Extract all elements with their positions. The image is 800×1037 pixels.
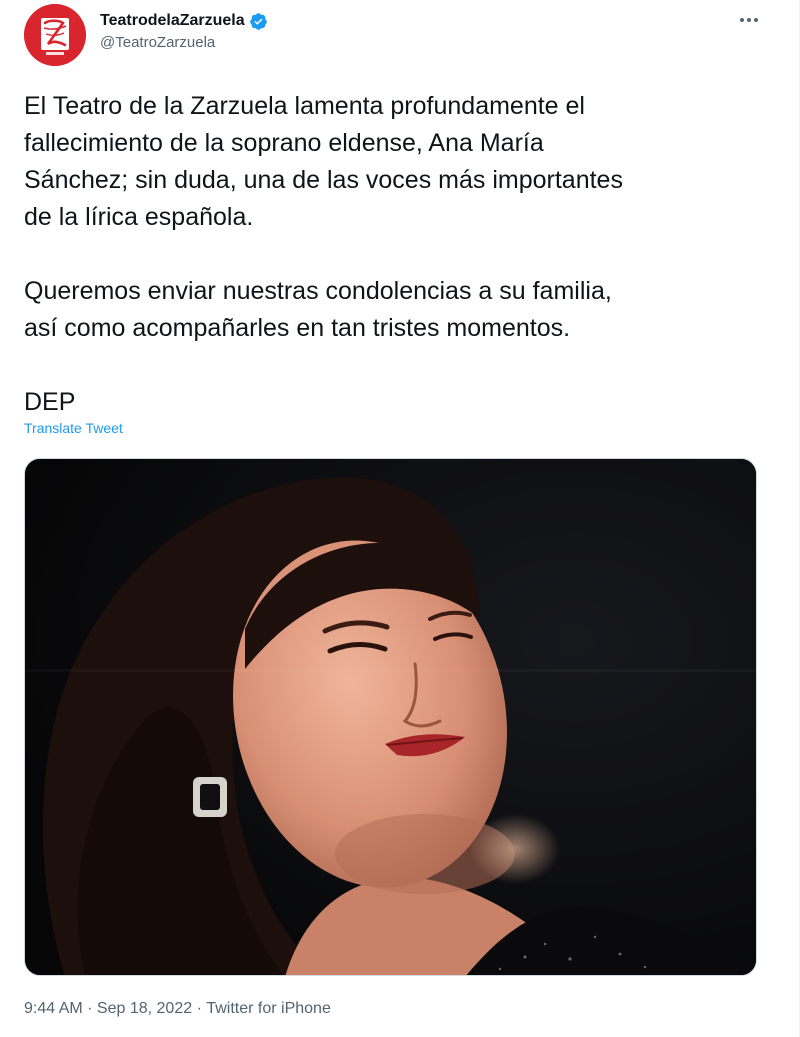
tweet-photo[interactable] bbox=[24, 458, 757, 976]
zarzuela-logo-icon bbox=[24, 4, 86, 66]
tweet-time[interactable]: 9:44 AM bbox=[24, 1000, 83, 1018]
tweet-header: TeatrodelaZarzuela @TeatroZarzuela bbox=[24, 4, 764, 66]
tweet-text: El Teatro de la Zarzuela lamenta profund… bbox=[24, 92, 623, 416]
tweet-meta: 9:44 AM · Sep 18, 2022 · Twitter for iPh… bbox=[24, 1000, 331, 1018]
display-name[interactable]: TeatrodelaZarzuela bbox=[100, 12, 245, 30]
verified-badge-icon bbox=[249, 12, 268, 31]
tweet-date[interactable]: Sep 18, 2022 bbox=[97, 1000, 192, 1018]
tweet-source[interactable]: Twitter for iPhone bbox=[206, 1000, 331, 1018]
translate-tweet-link[interactable]: Translate Tweet bbox=[24, 420, 123, 436]
avatar[interactable] bbox=[24, 4, 86, 66]
more-options-icon[interactable] bbox=[736, 10, 762, 30]
meta-separator: · bbox=[82, 1000, 97, 1017]
user-name-block: TeatrodelaZarzuela @TeatroZarzuela bbox=[100, 10, 268, 51]
tweet-card: TeatrodelaZarzuela @TeatroZarzuela El Te… bbox=[0, 0, 800, 1037]
name-row: TeatrodelaZarzuela bbox=[100, 10, 268, 32]
photo-portrait bbox=[25, 459, 756, 975]
meta-separator: · bbox=[192, 1000, 207, 1017]
user-handle[interactable]: @TeatroZarzuela bbox=[100, 34, 268, 51]
